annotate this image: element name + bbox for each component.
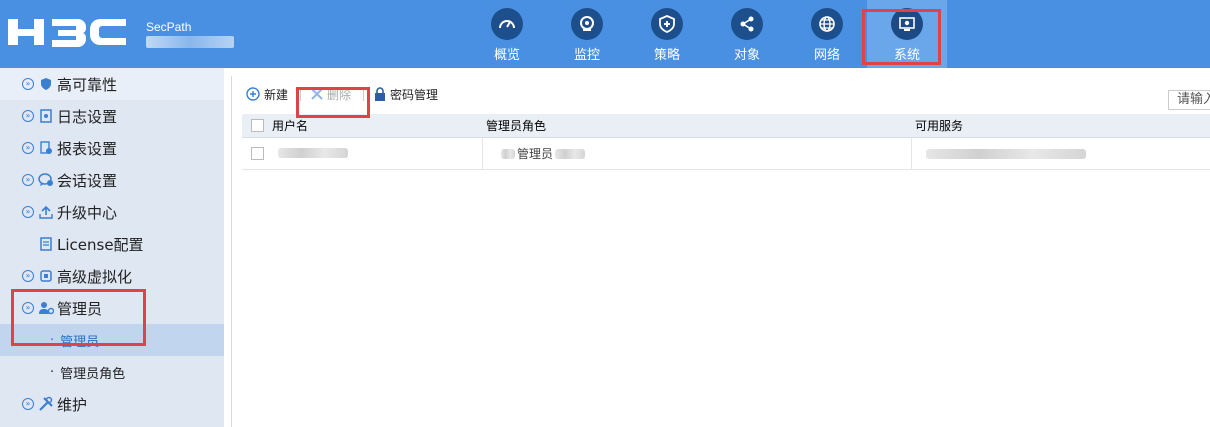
column-header-role[interactable]: 管理员角色 <box>482 117 911 134</box>
nav-object[interactable]: 对象 <box>707 0 787 68</box>
table-header: 用户名 管理员角色 可用服务 <box>242 114 1210 138</box>
sidebar-item-label: 高级虚拟化 <box>57 267 133 286</box>
admin-table: 用户名 管理员角色 可用服务 管理员 <box>242 114 1210 170</box>
services-cell <box>911 137 1210 170</box>
expand-icon: » <box>22 110 34 122</box>
bullet: · <box>50 364 55 380</box>
license-icon <box>38 236 54 252</box>
sidebar-item-label: 报表设置 <box>57 139 118 158</box>
username-cell <box>272 147 482 161</box>
nav-overview[interactable]: 概览 <box>467 0 547 68</box>
expand-icon: » <box>22 206 34 218</box>
select-all-checkbox[interactable] <box>250 119 264 132</box>
nav-policy-label: 策略 <box>653 48 680 63</box>
h3c-logo <box>8 14 126 50</box>
shield-plus-icon <box>651 8 683 40</box>
sidebar-item-license[interactable]: License配置 <box>0 228 224 260</box>
sidebar-item-label: 日志设置 <box>57 107 118 126</box>
column-header-username[interactable]: 用户名 <box>272 117 482 134</box>
log-icon <box>38 108 54 124</box>
redacted-text <box>501 148 515 159</box>
sidebar-item-virtual[interactable]: » 高级虚拟化 <box>0 260 224 292</box>
nav-object-label: 对象 <box>733 48 760 63</box>
sidebar-item-label: 升级中心 <box>57 203 118 222</box>
sidebar-subitem-label: 管理员角色 <box>60 366 126 382</box>
sidebar-subitem-admin-role[interactable]: · 管理员角色 <box>0 356 224 388</box>
sidebar-item-report[interactable]: » 报表设置 <box>0 132 224 164</box>
admin-user-icon <box>38 300 54 316</box>
bullet: · <box>50 332 55 348</box>
nav-monitor[interactable]: 监控 <box>547 0 627 68</box>
sidebar-item-ha[interactable]: » 高可靠性 <box>0 68 224 100</box>
nav-system[interactable]: 系统 <box>867 0 947 68</box>
chat-icon <box>38 172 54 188</box>
expand-icon: » <box>22 78 34 90</box>
expand-icon: » <box>22 398 34 410</box>
report-icon <box>38 140 54 156</box>
sidebar: » 高可靠性 » 日志设置 » 报表设置 » 会话设置 » 升级中心 Licen… <box>0 68 224 427</box>
password-manage-label: 密码管理 <box>390 87 439 102</box>
close-icon <box>311 88 323 100</box>
sidebar-item-session[interactable]: » 会话设置 <box>0 164 224 196</box>
sidebar-item-maintain[interactable]: » 维护 <box>0 388 224 420</box>
nav-policy[interactable]: 策略 <box>627 0 707 68</box>
expand-icon: » <box>22 142 34 154</box>
device-name: SecPath <box>146 20 192 34</box>
upload-icon <box>38 204 54 220</box>
gauge-icon <box>491 8 523 40</box>
sidebar-item-log[interactable]: » 日志设置 <box>0 100 224 132</box>
new-button-label: 新建 <box>264 87 289 102</box>
sidebar-item-admin[interactable]: » 管理员 <box>0 292 224 324</box>
redacted-text <box>555 148 586 159</box>
delete-button-label: 删除 <box>327 87 352 102</box>
new-button[interactable]: 新建 <box>246 86 288 103</box>
expand-icon: » <box>22 270 34 282</box>
lock-icon <box>375 87 386 101</box>
virtual-icon <box>38 268 54 284</box>
expand-icon: » <box>22 174 34 186</box>
tools-icon <box>38 396 54 412</box>
nav-network[interactable]: 网络 <box>787 0 867 68</box>
sidebar-item-upgrade[interactable]: » 升级中心 <box>0 196 224 228</box>
password-manage-button[interactable]: 密码管理 <box>374 86 438 103</box>
top-nav: 概览 监控 策略 对象 网络 系统 <box>467 0 947 68</box>
nav-network-label: 网络 <box>813 48 840 63</box>
shield-icon <box>38 76 54 92</box>
redacted-services <box>926 148 1086 159</box>
row-select-cell <box>242 147 272 160</box>
sidebar-item-label: 会话设置 <box>57 171 118 190</box>
nav-monitor-label: 监控 <box>573 48 600 63</box>
sidebar-subitem-admin[interactable]: · 管理员 <box>0 324 224 356</box>
monitor-camera-icon <box>571 8 603 40</box>
column-header-services[interactable]: 可用服务 <box>911 117 1210 134</box>
select-all-cell <box>242 119 272 132</box>
divider <box>363 87 365 101</box>
device-model-redacted <box>146 36 234 48</box>
globe-icon <box>811 8 843 40</box>
delete-button[interactable]: 删除 <box>311 86 351 103</box>
share-icon <box>731 8 763 40</box>
nav-system-label: 系统 <box>893 48 920 63</box>
row-checkbox[interactable] <box>250 147 264 160</box>
system-settings-icon <box>891 8 923 40</box>
sidebar-subitem-label: 管理员 <box>60 334 100 350</box>
nav-overview-label: 概览 <box>493 48 520 63</box>
redacted-username <box>278 147 348 158</box>
sidebar-item-label: 高可靠性 <box>57 75 118 94</box>
h3c-logo-mark <box>8 19 126 47</box>
top-header: SecPath 概览 监控 策略 对象 网络 系统 <box>0 0 1210 68</box>
sidebar-item-label: 管理员 <box>57 299 103 318</box>
table-row[interactable]: 管理员 <box>242 137 1210 170</box>
divider <box>300 87 302 101</box>
role-cell: 管理员 <box>482 137 911 170</box>
add-icon <box>246 87 260 101</box>
role-value: 管理员 <box>517 147 554 161</box>
sidebar-item-label: 维护 <box>57 395 88 414</box>
search-input[interactable]: 请输入 <box>1168 90 1210 110</box>
toolbar: 新建 删除 密码管理 <box>232 76 1210 112</box>
sidebar-item-label: License配置 <box>57 235 144 254</box>
main-panel: 新建 删除 密码管理 请输入 用户名 管理员角色 可用服务 管理员 <box>231 76 1210 427</box>
collapse-icon: » <box>22 302 34 314</box>
